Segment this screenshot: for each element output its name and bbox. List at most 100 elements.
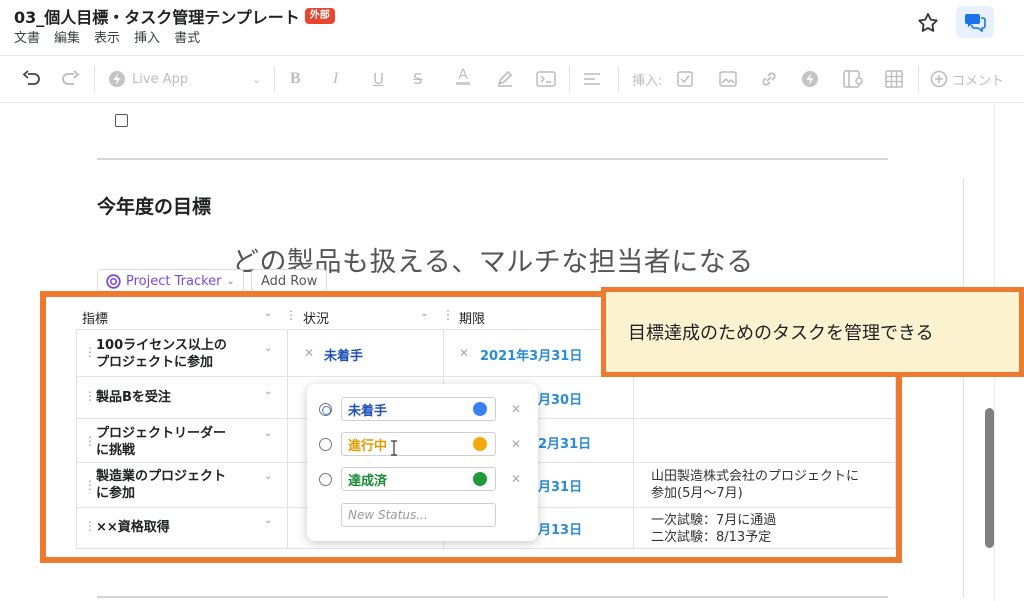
- row-drag-handle-icon[interactable]: ⋮: [84, 478, 96, 492]
- status-option-radio[interactable]: [319, 438, 332, 451]
- redo-icon[interactable]: [60, 69, 80, 89]
- align-left-icon[interactable]: [583, 69, 601, 89]
- link-icon[interactable]: [760, 69, 778, 89]
- sidebar-panel-icon[interactable]: [843, 69, 863, 89]
- metric-cell[interactable]: 製品Bを受注: [96, 389, 256, 406]
- chevron-down-icon[interactable]: ⌄: [264, 343, 272, 354]
- status-option-radio[interactable]: [319, 403, 332, 416]
- column-header-status[interactable]: 状況: [303, 308, 329, 327]
- scrollbar-thumb[interactable]: [985, 408, 994, 548]
- chevron-down-icon[interactable]: ⌄: [264, 308, 272, 319]
- metric-cell[interactable]: 製造業のプロジェクト に参加: [96, 468, 256, 502]
- note-cell[interactable]: 一次試験：7月に通過 二次試験：8/13予定: [651, 512, 776, 546]
- comment-insert-button[interactable]: コメント: [930, 69, 1004, 89]
- metric-line: プロジェクトリーダー: [96, 426, 227, 441]
- status-color-dot[interactable]: [473, 402, 487, 416]
- remove-option-icon[interactable]: ✕: [511, 472, 521, 486]
- underline-icon[interactable]: U: [373, 69, 384, 89]
- status-option-radio[interactable]: [319, 473, 332, 486]
- callout-text: 目標達成のためのタスクを管理できる: [628, 323, 934, 344]
- metric-cell[interactable]: プロジェクトリーダー に挑戦: [96, 425, 256, 459]
- menu-insert[interactable]: 挿入: [134, 27, 160, 46]
- star-icon[interactable]: [916, 11, 940, 35]
- chevron-down-icon[interactable]: ⌄: [264, 428, 272, 439]
- status-color-dot[interactable]: [473, 437, 487, 451]
- metric-line: に挑戦: [96, 443, 136, 458]
- italic-icon[interactable]: I: [333, 69, 338, 89]
- status-option-field[interactable]: 達成済: [341, 467, 496, 491]
- section-heading: 今年度の目標: [97, 196, 212, 218]
- undo-icon[interactable]: [22, 69, 42, 89]
- document-title-row: 03_個人目標・タスク管理テンプレート 外部: [14, 4, 335, 28]
- tracker-name: Project Tracker: [126, 273, 222, 289]
- clear-date-icon[interactable]: ✕: [459, 346, 469, 360]
- metric-cell[interactable]: ××資格取得: [96, 519, 256, 536]
- metric-line: 製造業のプロジェクト: [96, 469, 227, 484]
- status-value[interactable]: 未着手: [324, 345, 363, 364]
- chevron-down-icon[interactable]: ⌄: [264, 471, 272, 482]
- live-app-dropdown[interactable]: Live App: [108, 69, 188, 89]
- text-color-icon[interactable]: A: [456, 68, 470, 89]
- deadline-value[interactable]: 月30日: [538, 389, 582, 408]
- text-cursor-icon: [391, 440, 397, 456]
- status-color-dot[interactable]: [473, 472, 487, 486]
- remove-option-icon[interactable]: ✕: [511, 402, 521, 416]
- live-app-insert-icon[interactable]: [801, 69, 819, 89]
- page-edge-line: [963, 178, 964, 598]
- note-line: 山田製造株式会社のプロジェクトに: [651, 469, 860, 484]
- column-drag-handle-icon[interactable]: ⋮: [285, 308, 297, 322]
- image-icon[interactable]: [719, 69, 737, 89]
- metric-cell[interactable]: 100ライセンス以上の プロジェクトに参加: [96, 337, 256, 371]
- chevron-down-icon[interactable]: ⌄: [252, 69, 261, 89]
- menu-format[interactable]: 書式: [174, 27, 200, 46]
- row-drag-handle-icon[interactable]: ⋮: [84, 345, 96, 359]
- tracker-logo-icon: [106, 273, 121, 289]
- comment-label: コメント: [952, 73, 1005, 89]
- strikethrough-icon[interactable]: S: [413, 69, 423, 89]
- menu-document[interactable]: 文書: [14, 27, 40, 46]
- title-bar: 03_個人目標・タスク管理テンプレート 外部 文書 編集 表示 挿入 書式: [0, 0, 1024, 56]
- chevron-down-icon[interactable]: ⌄: [264, 515, 272, 526]
- row-drag-handle-icon[interactable]: ⋮: [84, 519, 96, 533]
- column-header-deadline[interactable]: 期限: [459, 308, 485, 327]
- note-line: 一次試験：7月に通過: [651, 513, 777, 528]
- checklist-checkbox[interactable]: [115, 114, 128, 127]
- clear-status-icon[interactable]: ✕: [304, 346, 314, 360]
- toolbar-divider: [274, 66, 275, 92]
- table-icon[interactable]: [885, 69, 903, 89]
- comments-button[interactable]: [956, 6, 994, 38]
- project-tracker-chip[interactable]: Project Tracker ⌄: [97, 269, 244, 293]
- callout-box: 目標達成のためのタスクを管理できる: [601, 287, 1024, 377]
- status-option-label: 未着手: [348, 403, 388, 419]
- new-status-input[interactable]: New Status...: [341, 503, 496, 527]
- remove-option-icon[interactable]: ✕: [511, 437, 521, 451]
- menu-view[interactable]: 表示: [94, 27, 120, 46]
- menu-bar: 文書 編集 表示 挿入 書式: [14, 27, 200, 46]
- checkbox-insert-icon[interactable]: [677, 69, 693, 89]
- column-header-metric[interactable]: 指標: [82, 308, 108, 327]
- bold-icon[interactable]: B: [290, 69, 301, 89]
- deadline-value[interactable]: 月13日: [538, 519, 582, 538]
- menu-edit[interactable]: 編集: [54, 27, 80, 46]
- row-drag-handle-icon[interactable]: ⋮: [84, 434, 96, 448]
- status-option-label: 達成済: [348, 473, 388, 489]
- deadline-value[interactable]: 2月31日: [538, 433, 591, 452]
- note-cell[interactable]: 山田製造株式会社のプロジェクトに 参加(5月～7月): [651, 468, 859, 502]
- document-title[interactable]: 03_個人目標・タスク管理テンプレート: [14, 4, 300, 28]
- deadline-value[interactable]: 月31日: [538, 476, 582, 495]
- chevron-down-icon[interactable]: ⌄: [264, 386, 272, 397]
- deadline-value[interactable]: 2021年3月31日: [480, 345, 582, 364]
- column-drag-handle-icon[interactable]: ⋮: [442, 308, 454, 322]
- add-row-button[interactable]: Add Row: [251, 269, 328, 293]
- chevron-down-icon[interactable]: ⌄: [420, 308, 428, 319]
- metric-line: 製品Bを受注: [96, 390, 171, 405]
- status-option-field[interactable]: 未着手: [341, 397, 496, 421]
- status-option-field[interactable]: 進行中: [341, 432, 496, 456]
- code-block-icon[interactable]: [536, 69, 556, 89]
- note-line: 参加(5月～7月): [651, 486, 743, 501]
- plus-circle-icon: [930, 70, 948, 88]
- horizontal-rule: [97, 596, 888, 598]
- lightning-icon: [109, 71, 125, 87]
- highlight-pen-icon[interactable]: [496, 69, 514, 89]
- row-drag-handle-icon[interactable]: ⋮: [84, 389, 96, 403]
